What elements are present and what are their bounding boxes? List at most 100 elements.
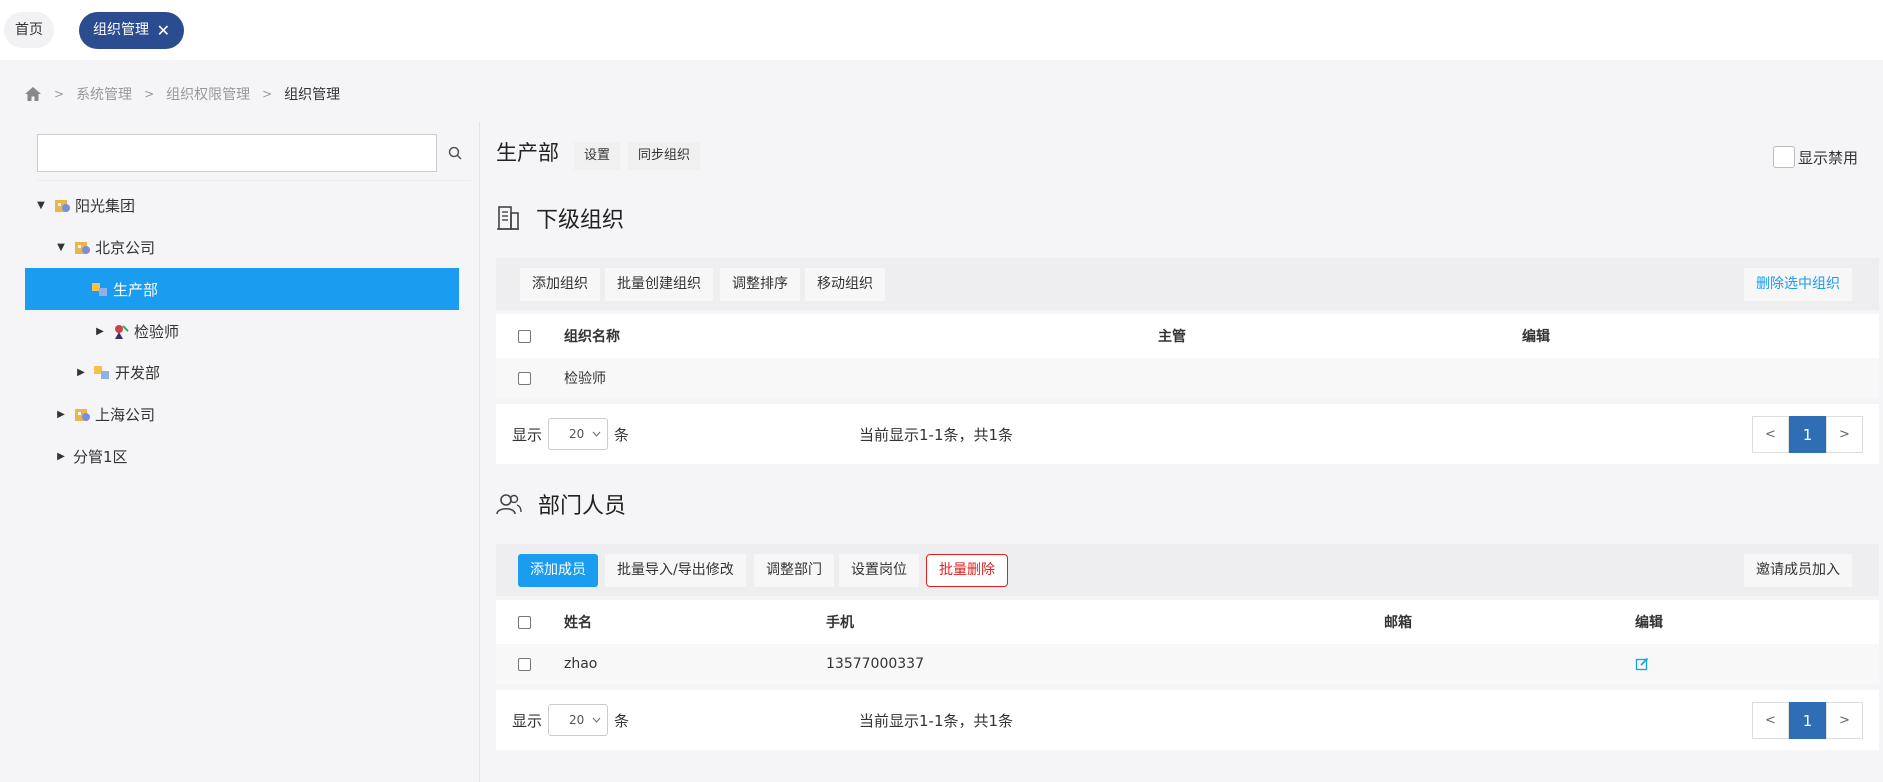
breadcrumb-system[interactable]: 系统管理: [76, 84, 132, 104]
tab-org-management[interactable]: 组织管理 ✕: [79, 12, 184, 49]
search-icon: [448, 146, 462, 160]
pager-unit-label: 条: [614, 425, 630, 444]
page-size-select[interactable]: 20: [548, 704, 609, 736]
department-icon: [92, 283, 107, 296]
edit-icon[interactable]: [1635, 657, 1649, 671]
tab-bar: 首页 组织管理 ✕: [0, 0, 1883, 60]
position-icon: [115, 325, 129, 339]
pager-info: 当前显示1-1条，共1条: [859, 425, 1014, 444]
breadcrumb-current: 组织管理: [284, 87, 341, 103]
org-name-cell[interactable]: 检验师: [564, 358, 606, 398]
tree-node-branch1[interactable]: ▶ 分管1区: [25, 435, 459, 477]
pager-info: 当前显示1-1条，共1条: [859, 711, 1014, 730]
tab-home[interactable]: 首页: [4, 12, 54, 48]
batch-delete-button[interactable]: 批量删除: [926, 554, 1008, 587]
tree-node-label: 检验师: [134, 322, 180, 341]
caret-right-icon[interactable]: ▶: [55, 409, 67, 420]
tree-node-dev[interactable]: ▶ 开发部: [25, 351, 459, 393]
caret-down-icon[interactable]: ▼: [35, 200, 47, 211]
col-org-name: 组织名称: [564, 329, 620, 345]
col-email: 邮箱: [1384, 615, 1412, 631]
add-member-button[interactable]: 添加成员: [518, 554, 598, 587]
tree-node-yangguang[interactable]: ▼ 阳光集团: [25, 184, 459, 226]
invite-member-button[interactable]: 邀请成员加入: [1744, 554, 1852, 587]
company-icon: [75, 409, 90, 421]
members-pager: 显示 20 条 当前显示1-1条，共1条 < 1 >: [496, 690, 1879, 750]
col-name: 姓名: [564, 615, 592, 631]
col-phone: 手机: [826, 615, 854, 631]
page-size-select[interactable]: 20: [548, 418, 609, 450]
org-detail-panel: 生产部 设置 同步组织 显示禁用 下级组织 添加组织 批量创建组织 调整排序 移…: [496, 122, 1883, 782]
org-tree-panel: ▼ 阳光集团 ▼ 北京公司 生产部 ▶ 检验师 ▶ 开发部 ▶ 上海公司 ▶ 分…: [24, 122, 479, 782]
breadcrumb-org-permission[interactable]: 组织权限管理: [166, 84, 250, 104]
prev-page-button[interactable]: <: [1752, 702, 1789, 739]
move-org-button[interactable]: 移动组织: [805, 268, 885, 301]
select-all-checkbox[interactable]: [518, 329, 531, 343]
chevron-down-icon: [592, 717, 601, 723]
col-edit: 编辑: [1522, 329, 1550, 345]
company-icon: [75, 242, 90, 254]
tree-node-beijing[interactable]: ▼ 北京公司: [25, 226, 459, 268]
sync-org-button[interactable]: 同步组织: [628, 142, 701, 170]
company-icon: [55, 200, 70, 212]
page-1-button[interactable]: 1: [1789, 416, 1826, 453]
chevron-right-icon: >: [144, 87, 155, 101]
show-disabled-checkbox[interactable]: [1772, 146, 1795, 168]
page-size-value: 20: [569, 713, 585, 727]
tree-node-label: 阳光集团: [75, 196, 136, 215]
select-all-checkbox[interactable]: [518, 615, 531, 629]
tree-node-label: 分管1区: [73, 447, 128, 466]
show-disabled-toggle[interactable]: 显示禁用: [1772, 146, 1858, 168]
tab-label: 组织管理: [93, 22, 149, 38]
caret-right-icon[interactable]: ▶: [94, 326, 106, 337]
add-org-button[interactable]: 添加组织: [520, 268, 600, 301]
section-title: 部门人员: [538, 494, 627, 519]
prev-page-button[interactable]: <: [1752, 416, 1789, 453]
member-name-cell: zhao: [564, 656, 598, 672]
member-phone-cell: 13577000337: [826, 656, 924, 672]
row-checkbox[interactable]: [518, 657, 531, 671]
caret-down-icon[interactable]: ▼: [55, 242, 67, 253]
sub-orgs-heading: 下级组织: [496, 202, 624, 234]
chevron-down-icon: [592, 431, 601, 437]
pager-show-label: 显示: [512, 425, 543, 444]
tree-node-inspector[interactable]: ▶ 检验师: [25, 310, 459, 352]
tree-node-shanghai[interactable]: ▶ 上海公司: [25, 393, 459, 435]
row-checkbox[interactable]: [518, 371, 531, 385]
delete-selected-orgs-button[interactable]: 删除选中组织: [1744, 268, 1852, 301]
pagination: < 1 >: [1752, 702, 1863, 739]
page-1-button[interactable]: 1: [1789, 702, 1826, 739]
sub-orgs-toolbar: 添加组织 批量创建组织 调整排序 移动组织 删除选中组织: [496, 258, 1879, 310]
section-title: 下级组织: [536, 208, 625, 233]
members-toolbar: 添加成员 批量导入/导出修改 调整部门 设置岗位 批量删除 邀请成员加入: [496, 544, 1879, 596]
next-page-button[interactable]: >: [1826, 702, 1863, 739]
reorder-button[interactable]: 调整排序: [720, 268, 800, 301]
tree-node-label: 上海公司: [95, 405, 156, 424]
batch-create-org-button[interactable]: 批量创建组织: [605, 268, 713, 301]
tree-search-input[interactable]: [37, 134, 437, 172]
tree-node-production[interactable]: 生产部: [25, 268, 459, 310]
members-table-header: 姓名 手机 邮箱 编辑: [496, 600, 1879, 644]
caret-right-icon[interactable]: ▶: [55, 451, 67, 462]
search-button[interactable]: [440, 134, 470, 172]
col-manager: 主管: [1158, 329, 1186, 345]
home-icon[interactable]: [24, 86, 42, 102]
chevron-right-icon: >: [262, 87, 273, 101]
pager-show-label: 显示: [512, 711, 543, 730]
settings-button[interactable]: 设置: [574, 142, 621, 170]
caret-right-icon[interactable]: ▶: [75, 367, 87, 378]
divider: [37, 180, 471, 181]
set-post-button[interactable]: 设置岗位: [839, 554, 919, 587]
people-icon: [496, 494, 522, 515]
sub-orgs-table-header: 组织名称 主管 编辑: [496, 314, 1879, 358]
tree-node-label: 北京公司: [95, 238, 156, 257]
tree-node-label: 生产部: [113, 280, 159, 299]
pager-unit-label: 条: [614, 711, 630, 730]
building-icon: [497, 206, 519, 230]
show-disabled-label: 显示禁用: [1797, 148, 1858, 167]
adjust-dept-button[interactable]: 调整部门: [754, 554, 834, 587]
next-page-button[interactable]: >: [1826, 416, 1863, 453]
close-icon[interactable]: ✕: [157, 12, 170, 49]
table-row: 检验师: [496, 358, 1879, 398]
batch-import-export-button[interactable]: 批量导入/导出修改: [605, 554, 746, 587]
